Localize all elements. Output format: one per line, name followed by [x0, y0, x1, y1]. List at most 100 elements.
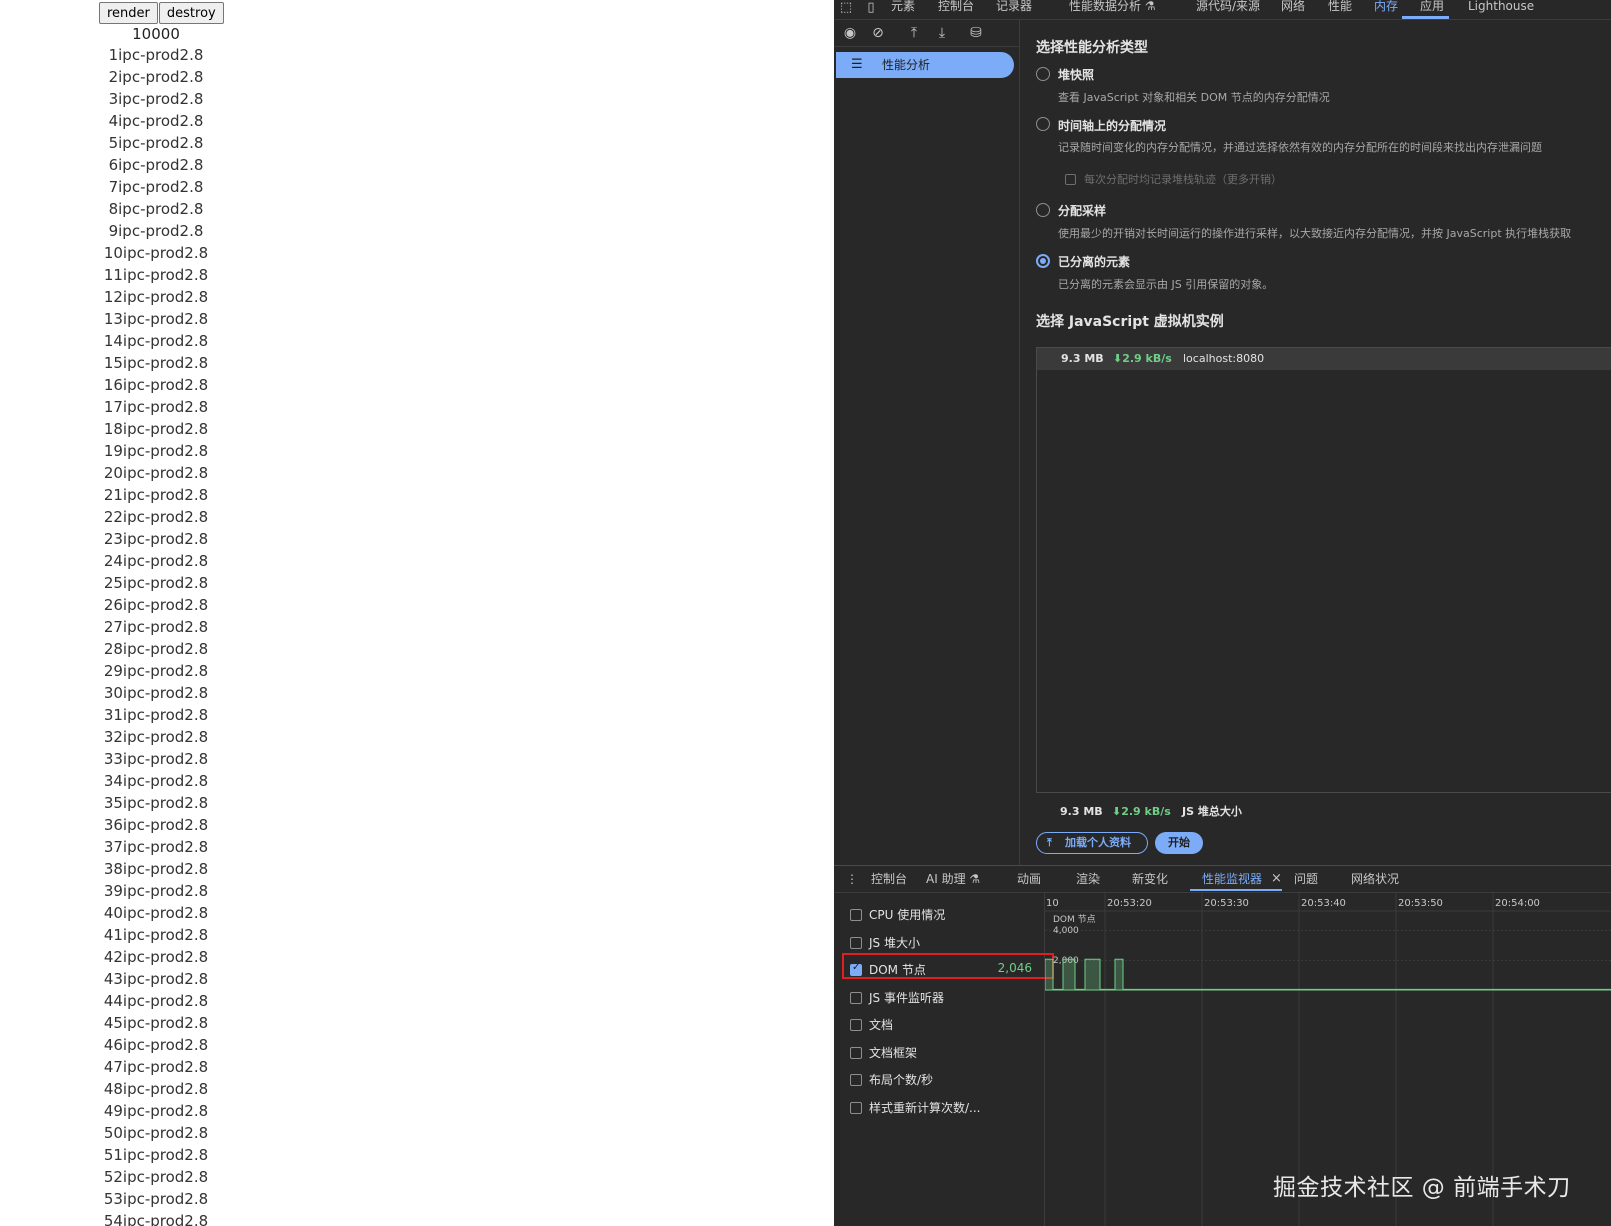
heap-summary: 9.3 MB ⬇2.9 kB/s JS 堆总大小: [1036, 804, 1596, 820]
option-desc: 已分离的元素会显示由 JS 引用保留的对象。: [1058, 278, 1274, 291]
metric-checkbox[interactable]: [850, 936, 862, 949]
drawer-tab-7[interactable]: 网络状况: [1351, 871, 1399, 887]
tab-6[interactable]: 性能: [1328, 0, 1352, 14]
tab-5[interactable]: 网络: [1281, 0, 1305, 14]
list-item: 49ipc-prod2.8: [103, 1102, 209, 1120]
upload-icon[interactable]: ⤒: [904, 23, 924, 43]
tab-9[interactable]: Lighthouse: [1468, 0, 1534, 14]
tab-3[interactable]: 性能数据分析 ⚗: [1069, 0, 1156, 14]
list-item: 18ipc-prod2.8: [103, 420, 209, 438]
metric-checkbox[interactable]: [850, 1074, 862, 1086]
time-tick-label: 10: [1046, 898, 1059, 909]
list-item: 7ipc-prod2.8: [108, 178, 204, 196]
drawer-tab-5[interactable]: 性能监视器: [1202, 871, 1262, 887]
total-heap-size: 9.3 MB: [1060, 805, 1103, 818]
radio-heap-snapshot[interactable]: [1036, 67, 1050, 81]
render-button[interactable]: render: [99, 2, 158, 24]
list-item: 50ipc-prod2.8: [103, 1124, 209, 1142]
list-item: 51ipc-prod2.8: [103, 1146, 209, 1164]
metric-row[interactable]: DOM 节点2,046: [842, 953, 1054, 980]
metric-checkbox[interactable]: [850, 1019, 862, 1031]
list-item: 19ipc-prod2.8: [103, 442, 209, 460]
destroy-button[interactable]: destroy: [158, 2, 224, 24]
metric-label: JS 事件监听器: [869, 990, 944, 1005]
drawer-tab-6[interactable]: 问题: [1294, 871, 1318, 887]
metric-row[interactable]: 文档: [850, 1015, 1040, 1035]
metric-checkbox[interactable]: [850, 909, 862, 921]
clear-icon[interactable]: ⊘: [868, 23, 888, 43]
list-item: 26ipc-prod2.8: [103, 596, 209, 614]
tab-8[interactable]: 应用: [1420, 0, 1444, 14]
metric-row[interactable]: 布局个数/秒: [850, 1070, 1040, 1090]
metric-row[interactable]: JS 事件监听器: [850, 988, 1040, 1008]
inspect-element-icon[interactable]: ⬚: [837, 0, 855, 18]
list-item: 23ipc-prod2.8: [103, 530, 209, 548]
sidebar-item-profiles[interactable]: ☰ 性能分析: [836, 52, 1014, 78]
option-desc: 记录随时间变化的内存分配情况，并通过选择依然有效的内存分配所在的时间段来找出内存…: [1058, 141, 1542, 154]
total-heap-label: JS 堆总大小: [1182, 805, 1242, 818]
drawer-tab-2[interactable]: 动画: [1017, 871, 1041, 887]
metric-checkbox[interactable]: [850, 1101, 862, 1114]
drawer-tab-4[interactable]: 新变化: [1132, 871, 1168, 887]
metric-label: CPU 使用情况: [869, 908, 946, 922]
radio-allocation-timeline[interactable]: [1036, 117, 1050, 131]
radio-detached-elements[interactable]: [1036, 254, 1050, 268]
drawer-menu-icon[interactable]: ⋮: [846, 871, 858, 887]
list-item: 43ipc-prod2.8: [103, 970, 209, 988]
total-heap-rate: ⬇2.9 kB/s: [1112, 805, 1171, 818]
vm-heap-rate: ⬇2.9 kB/s: [1113, 352, 1172, 365]
close-icon[interactable]: ×: [1271, 871, 1282, 887]
vm-instance-row[interactable]: 9.3 MB ⬇2.9 kB/s localhost:8080: [1037, 348, 1611, 370]
drawer-tab-3[interactable]: 渲染: [1076, 871, 1100, 887]
list-item: 30ipc-prod2.8: [103, 684, 209, 702]
metric-checkbox[interactable]: [850, 1046, 862, 1059]
list-item: 27ipc-prod2.8: [103, 618, 209, 636]
devtools-tab-bar: ⬚ ▯ 元素 控制台 记录器 性能数据分析 ⚗ 源代码/来源 网络 性能 内存 应用 Lighth…: [834, 0, 1611, 20]
highlight-box: [842, 953, 1054, 979]
list-item: 44ipc-prod2.8: [103, 992, 209, 1010]
devtools-panel: ⬚ ▯ 元素 控制台 记录器 性能数据分析 ⚗ 源代码/来源 网络 性能 内存 应用 Lighth…: [834, 0, 1611, 1226]
drawer-tab-bar: ⋮ 控制台 AI 助理 ⚗ 动画 渲染 新变化 性能监视器 问题 网络状况 ×: [834, 866, 1611, 893]
list-item: 5ipc-prod2.8: [108, 134, 204, 152]
list-item: 53ipc-prod2.8: [103, 1190, 209, 1208]
metric-row[interactable]: 文档框架: [850, 1043, 1040, 1063]
time-tick-label: 20:53:40: [1301, 898, 1346, 909]
device-toolbar-icon[interactable]: ▯: [862, 0, 880, 18]
download-icon[interactable]: ⤓: [932, 23, 952, 43]
stack-trace-checkbox[interactable]: [1065, 174, 1076, 185]
metric-label: 文档框架: [869, 1045, 918, 1060]
tab-1[interactable]: 控制台: [938, 0, 974, 14]
drawer-tab-1[interactable]: AI 助理 ⚗: [926, 871, 980, 887]
metric-row[interactable]: JS 堆大小: [850, 933, 1040, 953]
tab-2[interactable]: 记录器: [996, 0, 1032, 14]
metric-checkbox[interactable]: [850, 991, 862, 1004]
list-item: 20ipc-prod2.8: [103, 464, 209, 482]
list-item: 16ipc-prod2.8: [103, 376, 209, 394]
list-item: 54ipc-prod2.8: [103, 1212, 209, 1226]
record-icon[interactable]: ◉: [840, 23, 860, 43]
list-item: 48ipc-prod2.8: [103, 1080, 209, 1098]
option-desc: 使用最少的开销对长时间运行的操作进行采样，以大致接近内存分配情况，并按 Java…: [1058, 227, 1572, 240]
start-button[interactable]: 开始: [1155, 832, 1203, 854]
tab-4[interactable]: 源代码/来源: [1196, 0, 1260, 14]
vm-instance-list: 9.3 MB ⬇2.9 kB/s localhost:8080: [1036, 347, 1611, 793]
metric-row[interactable]: CPU 使用情况: [850, 905, 1040, 925]
list-item: 8ipc-prod2.8: [108, 200, 204, 218]
drawer-tab-0[interactable]: 控制台: [871, 871, 907, 887]
load-profile-button[interactable]: ⤒ 加载个人资料: [1036, 832, 1148, 854]
load-profile-label: 加载个人资料: [1065, 836, 1131, 849]
metric-row[interactable]: 样式重新计算次数/...: [850, 1098, 1040, 1118]
list-item: 6ipc-prod2.8: [108, 156, 204, 174]
tab-7[interactable]: 内存: [1374, 0, 1398, 14]
radio-allocation-sampling[interactable]: [1036, 203, 1050, 217]
metric-label: 布局个数/秒: [869, 1073, 934, 1087]
item-list: 1ipc-prod2.8 2ipc-prod2.8 3ipc-prod2.8 4ipc…: [0, 44, 312, 1226]
time-tick-label: 20:54:00: [1495, 898, 1540, 909]
list-item: 33ipc-prod2.8: [103, 750, 209, 768]
list-item: 38ipc-prod2.8: [103, 860, 209, 878]
option-label: 分配采样: [1058, 204, 1107, 218]
garbage-collect-icon[interactable]: ⛁: [966, 23, 986, 43]
list-item: 28ipc-prod2.8: [103, 640, 209, 658]
tab-0[interactable]: 元素: [891, 0, 915, 14]
memory-toolbar: ◉ ⊘ ⤒ ⤓ ⛁: [834, 20, 1019, 47]
